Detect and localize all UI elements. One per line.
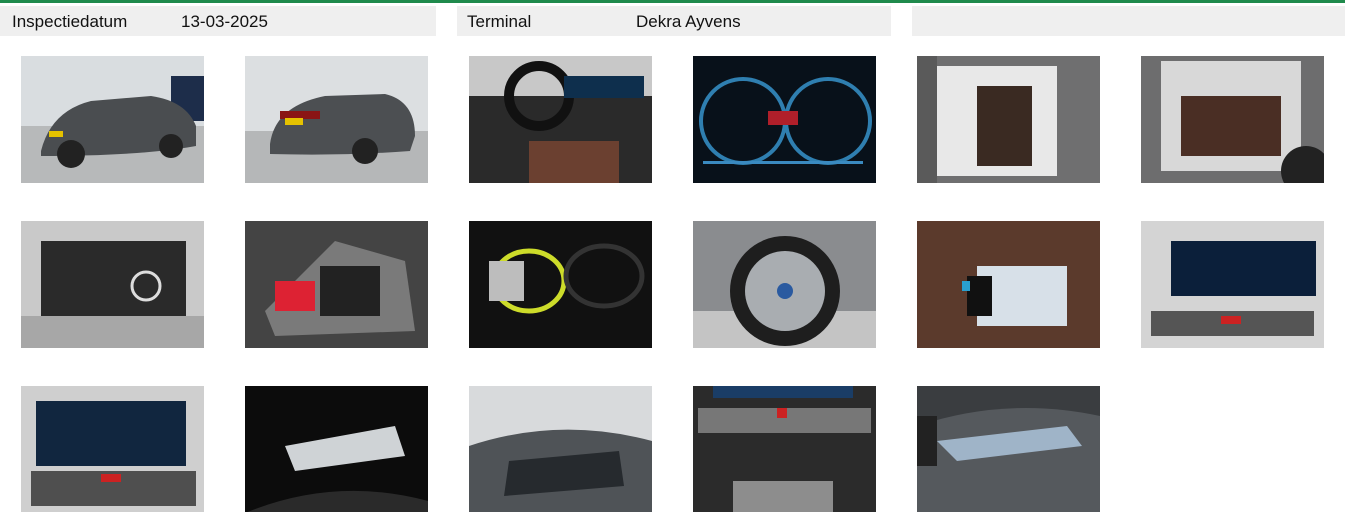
photo-panoramic-roof-interior[interactable] (245, 386, 428, 512)
photo-image (21, 221, 204, 348)
empty-header-cell (912, 6, 1345, 36)
photo-instrument-cluster[interactable] (693, 56, 876, 183)
photo-charging-cables[interactable] (469, 221, 652, 348)
terminal-header: Terminal Dekra Ayvens (457, 6, 891, 36)
photo-image (21, 56, 204, 183)
accent-line (0, 0, 1345, 3)
photo-manuals-on-seat[interactable] (917, 221, 1100, 348)
photo-open-trunk[interactable] (21, 221, 204, 348)
photo-rear-seats-open-door[interactable] (1141, 56, 1324, 183)
photo-image (469, 56, 652, 183)
photo-infotainment-screen[interactable] (1141, 221, 1324, 348)
inspection-date-value: 13-03-2025 (181, 12, 268, 31)
inspection-date-header: Inspectiedatum 13-03-2025 (0, 6, 436, 36)
terminal-value: Dekra Ayvens (636, 12, 741, 31)
photo-image (245, 221, 428, 348)
inspection-date-label: Inspectiedatum (12, 12, 128, 31)
photo-image (917, 386, 1100, 512)
photo-image (245, 386, 428, 512)
photo-image (693, 56, 876, 183)
photo-center-console[interactable] (693, 386, 876, 512)
photo-image (1141, 56, 1324, 183)
photo-wheel-rim[interactable] (693, 221, 876, 348)
photo-image (693, 386, 876, 512)
photo-image (917, 56, 1100, 183)
photo-headlight[interactable] (917, 386, 1100, 512)
photo-car-front-left-exterior[interactable] (21, 56, 204, 183)
photo-image (245, 56, 428, 183)
photo-dashboard-interior[interactable] (469, 56, 652, 183)
photo-car-rear-left-exterior[interactable] (245, 56, 428, 183)
photo-image (469, 386, 652, 512)
photo-charging-cable-bag[interactable] (245, 221, 428, 348)
photo-image (21, 386, 204, 512)
photo-panoramic-roof-exterior[interactable] (469, 386, 652, 512)
photo-navigation-screen[interactable] (21, 386, 204, 512)
photo-image (469, 221, 652, 348)
photo-image (917, 221, 1100, 348)
photo-image (1141, 221, 1324, 348)
terminal-label: Terminal (467, 12, 532, 31)
photo-front-seats-open-door[interactable] (917, 56, 1100, 183)
photo-image (693, 221, 876, 348)
